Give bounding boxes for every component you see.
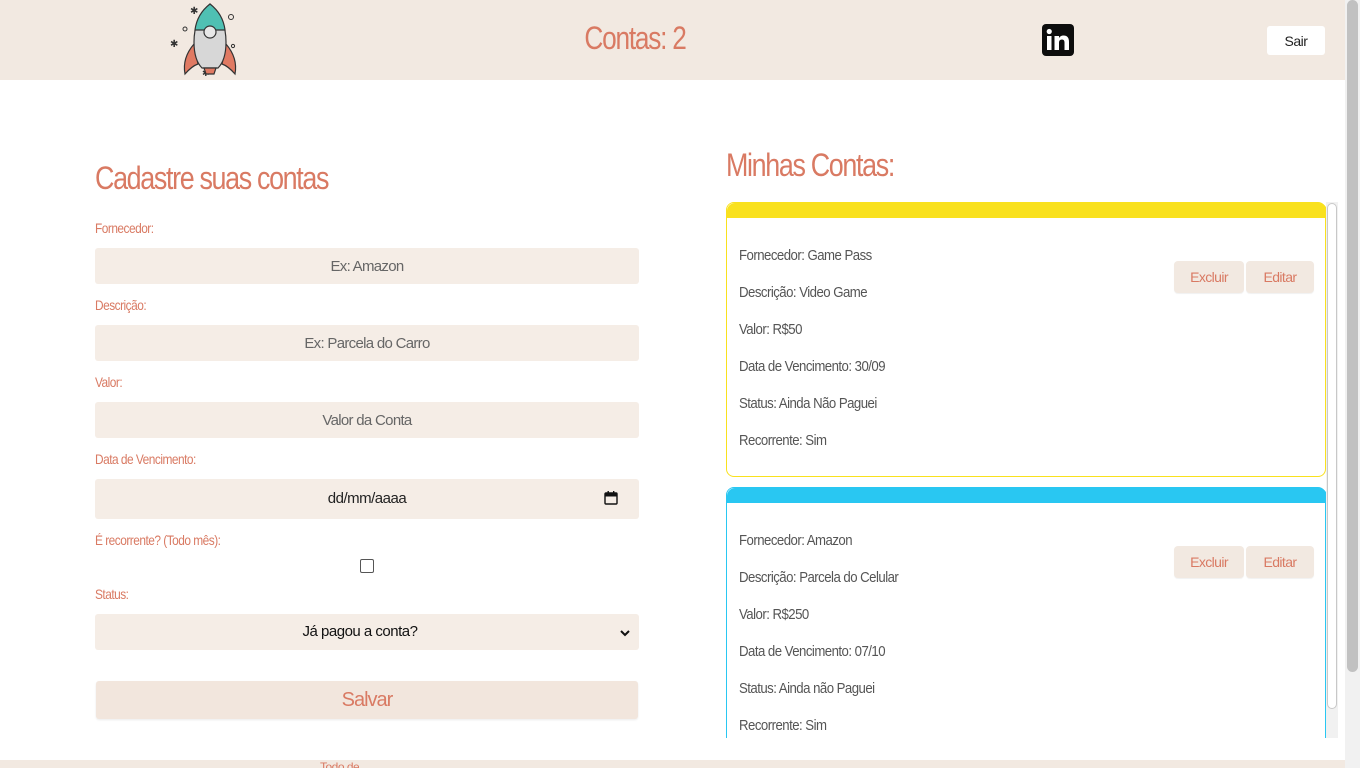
status-label: Status: xyxy=(95,586,129,602)
page-scrollbar[interactable] xyxy=(1345,0,1360,768)
page-scrollbar-thumb[interactable] xyxy=(1347,0,1358,672)
list-title: Minhas Contas: xyxy=(726,147,895,183)
descricao-label: Descrição: xyxy=(95,297,147,313)
card-recorrente: Recorrente: Sim xyxy=(739,717,827,734)
card-fornecedor: Fornecedor: Game Pass xyxy=(739,247,872,264)
card-vencimento: Data de Vencimento: 30/09 xyxy=(739,358,886,375)
card-valor: Valor: R$250 xyxy=(739,606,809,623)
fornecedor-input[interactable] xyxy=(95,248,639,284)
status-selected-value: Já pagou a conta? xyxy=(302,623,418,640)
card-vencimento: Data de Vencimento: 07/10 xyxy=(739,643,886,660)
footer-text: Todo de xyxy=(320,760,360,768)
recorrente-label: É recorrente? (Todo mês): xyxy=(95,532,221,548)
linkedin-icon[interactable] xyxy=(1042,24,1074,56)
data-vencimento-input[interactable]: dd/mm/aaaa xyxy=(95,479,639,519)
list-scrollbar-thumb[interactable] xyxy=(1327,203,1337,709)
card-fornecedor: Fornecedor: Amazon xyxy=(739,532,853,549)
fornecedor-label: Fornecedor: xyxy=(95,220,154,236)
card-valor: Valor: R$50 xyxy=(739,321,802,338)
card-accent-bar xyxy=(727,203,1327,218)
page: ✱ ✱ ✱ Contas: 2 xyxy=(0,0,1360,768)
header: ✱ ✱ ✱ Contas: 2 xyxy=(0,0,1345,80)
rocket-icon[interactable]: ✱ ✱ ✱ xyxy=(168,2,250,79)
card-descricao: Descrição: Video Game xyxy=(739,284,868,301)
valor-input[interactable] xyxy=(95,402,639,438)
date-placeholder: dd/mm/aaaa xyxy=(327,490,407,507)
logout-button[interactable]: Sair xyxy=(1267,26,1325,55)
recorrente-checkbox[interactable] xyxy=(360,559,374,573)
calendar-icon[interactable] xyxy=(604,491,618,505)
status-select[interactable]: Já pagou a conta? xyxy=(95,614,639,650)
edit-button[interactable]: Editar xyxy=(1246,546,1314,578)
card-recorrente: Recorrente: Sim xyxy=(739,432,827,449)
list-scrollbar[interactable] xyxy=(1326,202,1338,738)
descricao-input[interactable] xyxy=(95,325,639,361)
chevron-down-icon xyxy=(619,626,631,638)
delete-button[interactable]: Excluir xyxy=(1174,546,1244,578)
card-status: Status: Ainda não Paguei xyxy=(739,680,875,697)
card-status: Status: Ainda Não Paguei xyxy=(739,395,877,412)
card-descricao: Descrição: Parcela do Celular xyxy=(739,569,899,586)
account-card: Fornecedor: Amazon Descrição: Parcela do… xyxy=(726,487,1327,738)
valor-label: Valor: xyxy=(95,374,123,390)
svg-text:✱: ✱ xyxy=(190,6,198,17)
data-vencimento-label: Data de Vencimento: xyxy=(95,451,196,467)
delete-button[interactable]: Excluir xyxy=(1174,261,1244,293)
accounts-count: Contas: 2 xyxy=(584,20,686,56)
save-button[interactable]: Salvar xyxy=(96,681,638,719)
card-accent-bar xyxy=(727,488,1327,503)
footer-bar xyxy=(0,760,1345,768)
form-title: Cadastre suas contas xyxy=(95,160,329,196)
edit-button[interactable]: Editar xyxy=(1246,261,1314,293)
account-card: Fornecedor: Game Pass Descrição: Video G… xyxy=(726,202,1327,477)
accounts-list[interactable]: Fornecedor: Game Pass Descrição: Video G… xyxy=(726,202,1340,738)
svg-text:✱: ✱ xyxy=(170,39,178,50)
